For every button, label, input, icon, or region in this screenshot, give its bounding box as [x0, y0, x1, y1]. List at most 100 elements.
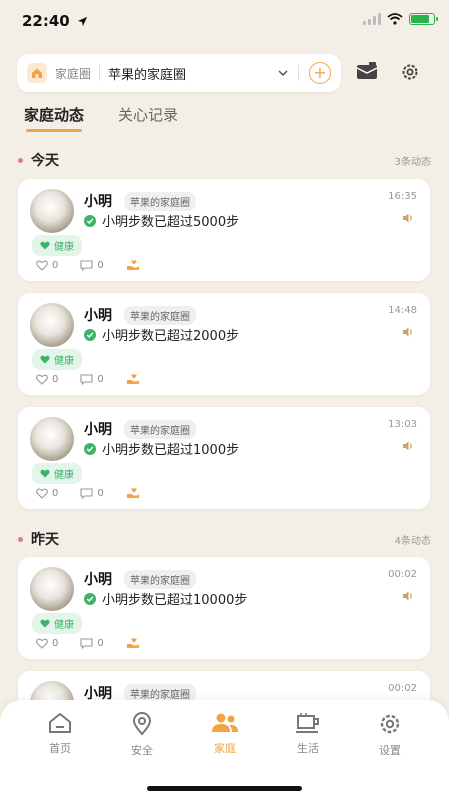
care-button[interactable] — [126, 373, 140, 385]
tab-care-records[interactable]: 关心记录 — [118, 104, 178, 132]
care-hand-heart-icon — [126, 374, 139, 384]
message-text: 小明步数已超过1000步 — [102, 443, 240, 458]
speaker-icon[interactable] — [402, 212, 414, 224]
avatar[interactable] — [30, 417, 74, 461]
tab-family-activity[interactable]: 家庭动态 — [24, 104, 84, 132]
add-circle-button[interactable]: + — [309, 62, 331, 84]
avatar[interactable] — [30, 303, 74, 347]
user-name: 小明 — [84, 422, 112, 438]
speaker-icon[interactable] — [402, 590, 414, 602]
plus-icon: + — [313, 63, 327, 82]
health-tag-label: 健康 — [54, 620, 74, 631]
circle-tag: 苹果的家庭圈 — [124, 306, 196, 325]
comment-icon — [80, 259, 93, 271]
divider — [298, 65, 299, 81]
tab-home[interactable]: 首页 — [30, 712, 90, 756]
heart-icon — [40, 241, 50, 250]
comment-count: 0 — [97, 487, 104, 499]
section-dot — [18, 536, 23, 542]
care-button[interactable] — [126, 637, 140, 649]
heart-outline-icon — [36, 259, 48, 271]
like-button[interactable]: 0 — [36, 260, 58, 271]
section-dot — [18, 157, 23, 163]
circle-name: 苹果的家庭圈 — [108, 67, 187, 83]
tab-label: 设置 — [379, 744, 401, 757]
care-hand-heart-icon — [126, 488, 139, 498]
health-tag: 健康 — [32, 463, 82, 484]
tab-family[interactable]: 家庭 — [195, 712, 255, 756]
message-text: 小明步数已超过10000步 — [102, 593, 248, 608]
settings-gear-icon[interactable] — [400, 62, 420, 82]
location-arrow-icon — [77, 16, 88, 27]
section-title: 昨天 — [31, 532, 59, 548]
divider — [99, 65, 101, 81]
message-text: 小明步数已超过5000步 — [102, 215, 240, 230]
timestamp: 00:02 — [388, 683, 417, 694]
comment-icon — [80, 373, 93, 385]
heart-outline-icon — [36, 487, 48, 499]
mail-icon[interactable] — [356, 62, 378, 80]
section-today: 今天 3条动态 — [18, 150, 431, 170]
heart-icon — [40, 619, 50, 628]
heart-icon — [40, 469, 50, 478]
like-button[interactable]: 0 — [36, 638, 58, 649]
comment-icon — [80, 487, 93, 499]
card-actions: 0 0 — [36, 487, 162, 499]
activity-card[interactable]: 小明 苹果的家庭圈 小明步数已超过1000步 13:03 健康 0 0 — [18, 407, 430, 509]
home-icon — [49, 713, 71, 733]
speaker-icon[interactable] — [402, 326, 414, 338]
activity-card[interactable]: 小明 苹果的家庭圈 小明步数已超过2000步 14:48 健康 0 0 — [18, 293, 430, 395]
heart-icon — [40, 355, 50, 364]
comment-button[interactable]: 0 — [80, 259, 104, 271]
avatar[interactable] — [30, 189, 74, 233]
activity-message: 小明步数已超过5000步 — [84, 211, 239, 230]
like-button[interactable]: 0 — [36, 488, 58, 499]
home-indicator — [147, 786, 302, 791]
comment-button[interactable]: 0 — [80, 373, 104, 385]
family-circle-selector[interactable]: 家庭圈 苹果的家庭圈 + — [17, 54, 341, 92]
wifi-icon — [387, 13, 403, 25]
like-count: 0 — [52, 637, 59, 649]
card-actions: 0 0 — [36, 637, 162, 649]
tab-label: 安全 — [131, 744, 153, 757]
chevron-down-icon[interactable] — [278, 69, 288, 77]
status-icons — [363, 13, 438, 25]
speaker-icon[interactable] — [402, 440, 414, 452]
comment-icon — [80, 637, 93, 649]
activity-card[interactable]: 小明 苹果的家庭圈 小明步数已超过5000步 16:35 健康 0 0 — [18, 179, 430, 281]
card-actions: 0 0 — [36, 259, 162, 271]
activity-message: 小明步数已超过2000步 — [84, 325, 239, 344]
health-tag-label: 健康 — [54, 470, 74, 481]
care-button[interactable] — [126, 259, 140, 271]
comment-button[interactable]: 0 — [80, 637, 104, 649]
tab-life[interactable]: 生活 — [278, 712, 338, 756]
signal-icon — [363, 13, 381, 25]
family-icon — [212, 713, 238, 732]
care-button[interactable] — [126, 487, 140, 499]
circle-tag: 苹果的家庭圈 — [124, 570, 196, 589]
section-count: 3条动态 — [394, 156, 431, 168]
feed-tabs: 家庭动态 关心记录 — [24, 104, 178, 132]
tab-settings[interactable]: 设置 — [360, 712, 420, 758]
activity-message: 小明步数已超过10000步 — [84, 589, 247, 608]
activity-card[interactable]: 小明 苹果的家庭圈 小明步数已超过10000步 00:02 健康 0 0 — [18, 557, 430, 659]
like-button[interactable]: 0 — [36, 374, 58, 385]
tab-safety[interactable]: 安全 — [112, 712, 172, 758]
comment-button[interactable]: 0 — [80, 487, 104, 499]
message-text: 小明步数已超过2000步 — [102, 329, 240, 344]
user-name: 小明 — [84, 572, 112, 588]
health-tag-label: 健康 — [54, 356, 74, 367]
avatar[interactable] — [30, 567, 74, 611]
battery-icon — [409, 13, 438, 25]
comment-count: 0 — [97, 637, 104, 649]
check-icon — [84, 328, 96, 341]
timestamp: 00:02 — [388, 569, 417, 580]
cup-icon — [296, 713, 319, 733]
health-tag: 健康 — [32, 235, 82, 256]
heart-outline-icon — [36, 373, 48, 385]
gear-icon — [380, 714, 400, 734]
section-yesterday: 昨天 4条动态 — [18, 529, 431, 549]
user-name: 小明 — [84, 194, 112, 210]
status-bar: 22:40 — [0, 0, 449, 44]
care-hand-heart-icon — [126, 260, 139, 270]
